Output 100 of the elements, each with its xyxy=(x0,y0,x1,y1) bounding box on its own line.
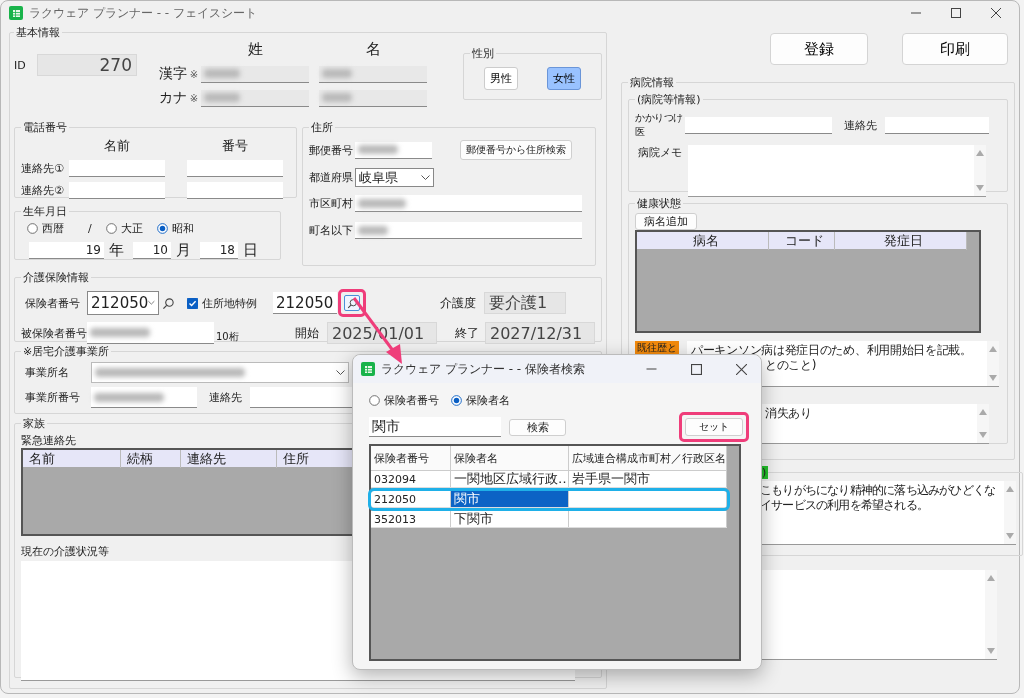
action-button[interactable]: 登録 xyxy=(770,33,868,65)
input-field[interactable] xyxy=(319,65,427,83)
field-label: 西暦 xyxy=(42,221,64,236)
field-label: 連絡先② xyxy=(21,183,65,198)
column-header: 発症日 xyxy=(835,231,967,250)
field-label: 保険者番号 xyxy=(384,393,439,408)
input-field[interactable] xyxy=(319,89,427,107)
input-field[interactable] xyxy=(685,116,832,134)
redacted-text xyxy=(94,392,164,402)
dropdown-value: 岐阜県 xyxy=(359,168,398,187)
table-cell: 岩手県一関市 xyxy=(572,471,650,487)
checkbox[interactable] xyxy=(187,297,198,309)
prefecture-dropdown[interactable]: 岐阜県 xyxy=(355,168,434,187)
unit-label: 年 xyxy=(109,241,124,260)
field-label: 連絡先 xyxy=(844,117,877,133)
add-disease-button[interactable]: 病名追加 xyxy=(635,213,697,230)
scroll-up-icon[interactable] xyxy=(979,409,987,415)
input-field[interactable] xyxy=(885,116,989,134)
table-cell: 212050 xyxy=(374,492,416,506)
maximize-icon[interactable] xyxy=(951,8,961,18)
action-button[interactable]: 印刷 xyxy=(902,33,1008,65)
scroll-down-icon[interactable] xyxy=(976,185,984,191)
input-field[interactable] xyxy=(187,182,283,199)
column-header: 名前 xyxy=(23,449,121,468)
scroll-down-icon[interactable] xyxy=(979,432,987,438)
note-text: イサービスの利用を希望される。 xyxy=(760,498,928,512)
input-field[interactable] xyxy=(355,195,582,212)
input-field[interactable] xyxy=(187,160,283,177)
table-cell: 下関市 xyxy=(454,511,493,527)
input-field[interactable]: 10 xyxy=(133,242,171,259)
scroll-down-icon[interactable] xyxy=(989,375,997,381)
close-icon[interactable] xyxy=(991,8,1001,18)
end-date-field: 2027/12/31 xyxy=(485,322,595,344)
scroll-down-icon[interactable] xyxy=(1006,533,1014,539)
scroll-up-icon[interactable] xyxy=(976,150,984,156)
column-header: 連絡先 xyxy=(181,449,277,468)
column-header: 保険者名 xyxy=(454,450,498,466)
group-label: 介護保険情報 xyxy=(22,270,90,285)
note-text: とのこと) xyxy=(765,358,817,372)
radio-button[interactable] xyxy=(369,395,380,406)
field-label: 漢字 xyxy=(158,65,187,83)
field-label: 事業所番号 xyxy=(24,390,81,405)
dropdown-value: 212050 xyxy=(91,294,149,312)
field-label: 連絡先 xyxy=(209,390,242,405)
input-field[interactable] xyxy=(87,322,214,344)
insurer-dropdown[interactable]: 212050 xyxy=(87,291,159,315)
field-label: 現在の介護状況等 xyxy=(21,545,109,558)
group-label: 性別 xyxy=(471,46,495,61)
column-header: 保険者番号 xyxy=(374,450,429,466)
note-text: こもりがちになり精神的に落ち込みがひどくな xyxy=(760,483,996,497)
radio-button[interactable] xyxy=(451,395,462,406)
field-label: ID xyxy=(14,58,27,72)
input-field[interactable] xyxy=(69,160,165,177)
field-label: 都道府県 xyxy=(309,170,354,185)
address-lookup-button[interactable]: 郵便番号から住所検索 xyxy=(460,140,572,160)
search-button[interactable]: 検索 xyxy=(509,418,566,436)
input-field[interactable]: 19 xyxy=(29,242,104,259)
scroll-up-icon[interactable] xyxy=(989,346,997,352)
search-icon[interactable] xyxy=(162,296,175,310)
field-label: 昭和 xyxy=(171,221,194,236)
gender-toggle[interactable]: 女性 xyxy=(546,67,581,90)
field-label: 郵便番号 xyxy=(309,142,354,158)
redacted-text xyxy=(204,69,240,78)
field-label: 町名以下 xyxy=(309,223,354,238)
table-cell: 関市 xyxy=(454,491,480,507)
table-row[interactable]: 032094 一関地区広域行政…岩手県一関市 xyxy=(371,471,727,488)
text-area[interactable] xyxy=(688,145,986,197)
set-button[interactable]: セット xyxy=(685,418,743,436)
table-row[interactable]: 352013 下関市 xyxy=(371,511,727,528)
app-icon xyxy=(9,6,23,20)
scroll-up-icon[interactable] xyxy=(1006,486,1014,492)
input-field[interactable] xyxy=(91,387,197,408)
close-icon[interactable] xyxy=(736,363,747,375)
input-field[interactable] xyxy=(355,222,582,239)
redacted-text xyxy=(358,225,388,235)
input-field[interactable] xyxy=(355,141,432,159)
group-label: 基本情報 xyxy=(15,25,61,40)
group-label: 住所 xyxy=(310,120,334,135)
gender-toggle[interactable]: 男性 xyxy=(484,67,519,90)
search-field[interactable]: 関市 xyxy=(369,417,501,437)
table-row[interactable]: 212050 関市 xyxy=(371,491,727,508)
input-field[interactable] xyxy=(201,65,309,83)
input-field[interactable]: 18 xyxy=(200,242,238,259)
field-label: 被保険者番号 xyxy=(21,325,87,341)
maximize-icon[interactable] xyxy=(691,363,702,375)
radio-button[interactable] xyxy=(27,223,38,234)
radio-button[interactable] xyxy=(156,223,168,234)
redacted-text xyxy=(358,145,398,154)
required-mark: ※ xyxy=(188,68,200,80)
column-header: 広域連合構成市町村／行政区名 xyxy=(572,450,726,466)
scroll-up-icon[interactable] xyxy=(987,575,995,581)
field-label: 事業所名 xyxy=(24,365,70,380)
group-label: 健康状態 xyxy=(636,196,682,211)
input-field[interactable]: 212050 xyxy=(273,292,337,314)
radio-button[interactable] xyxy=(105,223,117,234)
scroll-down-icon[interactable] xyxy=(987,648,995,654)
input-field[interactable] xyxy=(201,89,309,107)
field-label: 病院メモ xyxy=(637,145,683,160)
input-field[interactable] xyxy=(69,182,165,199)
column-header: コード xyxy=(769,231,835,250)
